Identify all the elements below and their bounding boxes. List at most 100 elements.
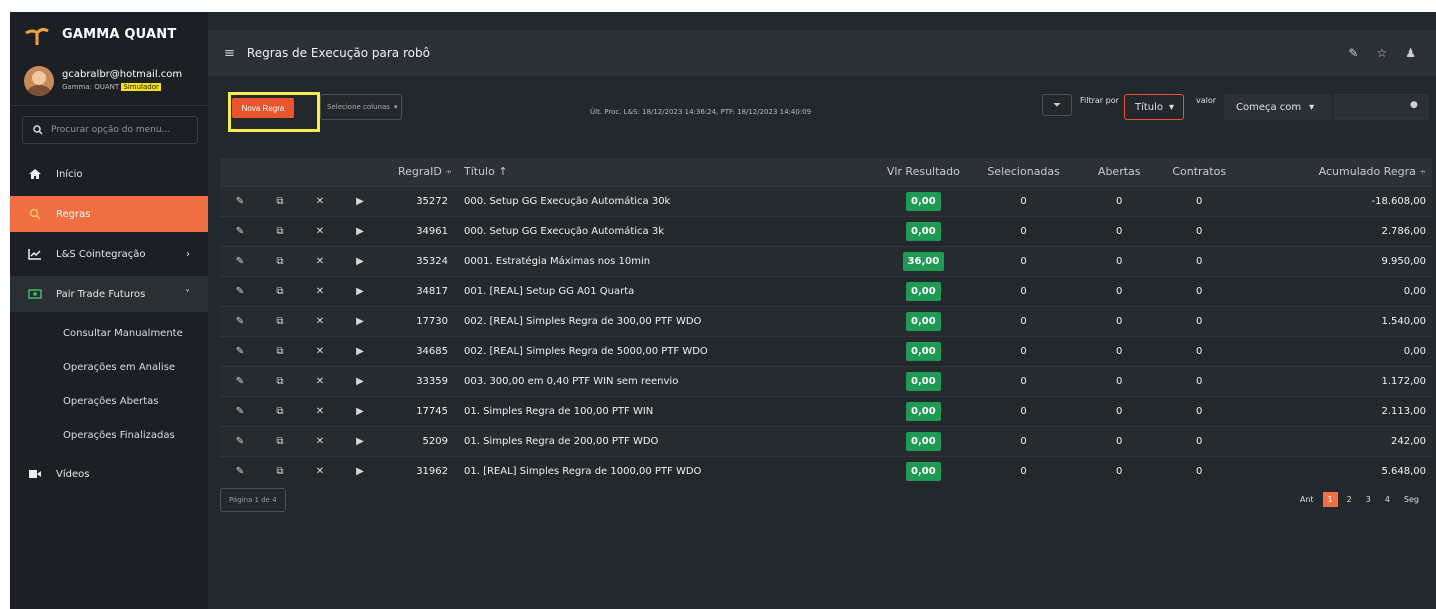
- play-icon[interactable]: ▶: [340, 186, 380, 216]
- edit-icon[interactable]: ✎: [220, 216, 260, 246]
- col-regraid[interactable]: RegraID ⍆: [380, 158, 452, 186]
- delete-icon[interactable]: ✕: [300, 216, 340, 246]
- sidebar-subitem-finalizadas[interactable]: Operações Finalizadas: [10, 418, 208, 452]
- star-icon[interactable]: ☆: [1376, 46, 1387, 60]
- abertas-cell: 0: [1116, 435, 1123, 447]
- page-button-1[interactable]: 1: [1322, 492, 1338, 507]
- sidebar-item-inicio[interactable]: Início: [10, 156, 208, 192]
- copy-icon[interactable]: ⧉: [260, 276, 300, 306]
- edit-icon[interactable]: ✎: [220, 366, 260, 396]
- play-icon[interactable]: ▶: [340, 246, 380, 276]
- clear-filter-icon[interactable]: ●: [1410, 100, 1418, 110]
- play-icon[interactable]: ▶: [340, 366, 380, 396]
- edit-icon[interactable]: ✎: [220, 396, 260, 426]
- result-badge: 0,00: [906, 311, 941, 331]
- sidebar-item-regras[interactable]: Regras: [10, 196, 208, 232]
- play-icon[interactable]: ▶: [340, 336, 380, 366]
- table-row[interactable]: ✎ ⧉ ✕ ▶ 17745 01. Simples Regra de 100,00 PTF…: [220, 396, 1432, 426]
- vlr-resultado-cell: 0,00: [883, 306, 963, 336]
- play-icon[interactable]: ▶: [340, 426, 380, 456]
- col-selecionadas[interactable]: Selecionadas: [963, 158, 1084, 186]
- delete-icon[interactable]: ✕: [300, 426, 340, 456]
- new-rule-button[interactable]: Nova Regra: [232, 98, 294, 118]
- copy-icon[interactable]: ⧉: [260, 366, 300, 396]
- sidebar-subitem-analise[interactable]: Operações em Analise: [10, 350, 208, 384]
- col-titulo[interactable]: Título ↑: [452, 158, 883, 186]
- user-menu-icon[interactable]: ♟: [1405, 46, 1416, 60]
- table-row[interactable]: ✎ ⧉ ✕ ▶ 35324 0001. Estratégia Máximas nos 10…: [220, 246, 1432, 276]
- edit-icon[interactable]: ✎: [220, 336, 260, 366]
- play-icon[interactable]: ▶: [340, 306, 380, 336]
- col-vlr-resultado[interactable]: Vlr Resultado: [883, 158, 963, 186]
- menu-icon[interactable]: ≡: [224, 46, 235, 61]
- delete-icon[interactable]: ✕: [300, 276, 340, 306]
- filter-field-select[interactable]: Título ▾: [1124, 94, 1184, 120]
- abertas-cell: 0: [1116, 285, 1123, 297]
- titulo-cell: 01. [REAL] Simples Regra de 1000,00 PTF …: [464, 465, 702, 477]
- menu-search-input[interactable]: Procurar opção do menu...: [22, 116, 198, 144]
- next-page-button[interactable]: Seg: [1399, 492, 1424, 507]
- play-icon[interactable]: ▶: [340, 276, 380, 306]
- delete-icon[interactable]: ✕: [300, 306, 340, 336]
- page-button-2[interactable]: 2: [1342, 492, 1357, 507]
- copy-icon[interactable]: ⧉: [260, 216, 300, 246]
- copy-icon[interactable]: ⧉: [260, 336, 300, 366]
- table-row[interactable]: ✎ ⧉ ✕ ▶ 34685 002. [REAL] Simples Regra de 50…: [220, 336, 1432, 366]
- table-row[interactable]: ✎ ⧉ ✕ ▶ 34961 000. Setup GG Execução Automáti…: [220, 216, 1432, 246]
- copy-icon[interactable]: ⧉: [260, 396, 300, 426]
- delete-icon[interactable]: ✕: [300, 456, 340, 486]
- play-icon[interactable]: ▶: [340, 216, 380, 246]
- sidebar-subitem-abertas[interactable]: Operações Abertas: [10, 384, 208, 418]
- user-panel[interactable]: gcabralbr@hotmail.com Gamma: QUANT Simul…: [10, 56, 208, 106]
- edit-icon[interactable]: ✎: [220, 276, 260, 306]
- brand[interactable]: GAMMA QUANT: [10, 12, 208, 56]
- select-columns-dropdown[interactable]: Selecione colunas ▾: [320, 94, 402, 120]
- result-badge: 0,00: [906, 431, 941, 451]
- copy-icon[interactable]: ⧉: [260, 246, 300, 276]
- page-button-4[interactable]: 4: [1380, 492, 1395, 507]
- abertas-cell: 0: [1116, 375, 1123, 387]
- delete-icon[interactable]: ✕: [300, 186, 340, 216]
- titulo-cell: 0001. Estratégia Máximas nos 10min: [464, 255, 651, 267]
- col-abertas[interactable]: Abertas: [1084, 158, 1155, 186]
- table-row[interactable]: ✎ ⧉ ✕ ▶ 5209 01. Simples Regra de 200,00 PTF …: [220, 426, 1432, 456]
- col-acumulado-regra[interactable]: Acumulado Regra ⍆: [1244, 158, 1432, 186]
- play-icon[interactable]: ▶: [340, 396, 380, 426]
- home-icon: [28, 167, 42, 181]
- table-row[interactable]: ✎ ⧉ ✕ ▶ 33359 003. 300,00 em 0,40 PTF WIN sem…: [220, 366, 1432, 396]
- brush-icon[interactable]: ✎: [1348, 46, 1358, 60]
- delete-icon[interactable]: ✕: [300, 366, 340, 396]
- play-icon[interactable]: ▶: [340, 456, 380, 486]
- table-row[interactable]: ✎ ⧉ ✕ ▶ 31962 01. [REAL] Simples Regra de 100…: [220, 456, 1432, 486]
- copy-icon[interactable]: ⧉: [260, 456, 300, 486]
- topbar: ≡ Regras de Execução para robô ✎ ☆ ♟: [208, 30, 1436, 76]
- sidebar-subitem-consultar[interactable]: Consultar Manualmente: [10, 316, 208, 350]
- table-row[interactable]: ✎ ⧉ ✕ ▶ 34817 001. [REAL] Setup GG A01 Quarta…: [220, 276, 1432, 306]
- delete-icon[interactable]: ✕: [300, 396, 340, 426]
- sidebar-item-pair-trade-futuros[interactable]: Pair Trade Futuros ˅: [10, 276, 208, 312]
- prev-page-button[interactable]: Ant: [1295, 492, 1319, 507]
- edit-icon[interactable]: ✎: [220, 306, 260, 336]
- result-badge: 0,00: [906, 221, 941, 241]
- value-mode-select[interactable]: Começa com ▾: [1224, 94, 1332, 120]
- video-camera-icon: [28, 467, 42, 481]
- user-mode-badge: Simulador: [121, 82, 161, 91]
- table-row[interactable]: ✎ ⧉ ✕ ▶ 35272 000. Setup GG Execução Automáti…: [220, 186, 1432, 216]
- copy-icon[interactable]: ⧉: [260, 306, 300, 336]
- regra-id-cell: 31962: [416, 465, 448, 477]
- col-contratos[interactable]: Contratos: [1155, 158, 1244, 186]
- acumulado-regra-cell: 1.540,00: [1381, 315, 1426, 327]
- delete-icon[interactable]: ✕: [300, 246, 340, 276]
- edit-icon[interactable]: ✎: [220, 186, 260, 216]
- sidebar-item-videos[interactable]: Vídeos: [10, 456, 208, 492]
- page-button-3[interactable]: 3: [1361, 492, 1376, 507]
- table-row[interactable]: ✎ ⧉ ✕ ▶ 17730 002. [REAL] Simples Regra de 30…: [220, 306, 1432, 336]
- delete-icon[interactable]: ✕: [300, 336, 340, 366]
- copy-icon[interactable]: ⧉: [260, 186, 300, 216]
- edit-icon[interactable]: ✎: [220, 456, 260, 486]
- edit-icon[interactable]: ✎: [220, 246, 260, 276]
- sidebar-item-ls-cointegracao[interactable]: L&S Cointegração ›: [10, 236, 208, 272]
- copy-icon[interactable]: ⧉: [260, 426, 300, 456]
- edit-icon[interactable]: ✎: [220, 426, 260, 456]
- filter-icon[interactable]: ⏷: [1042, 94, 1072, 116]
